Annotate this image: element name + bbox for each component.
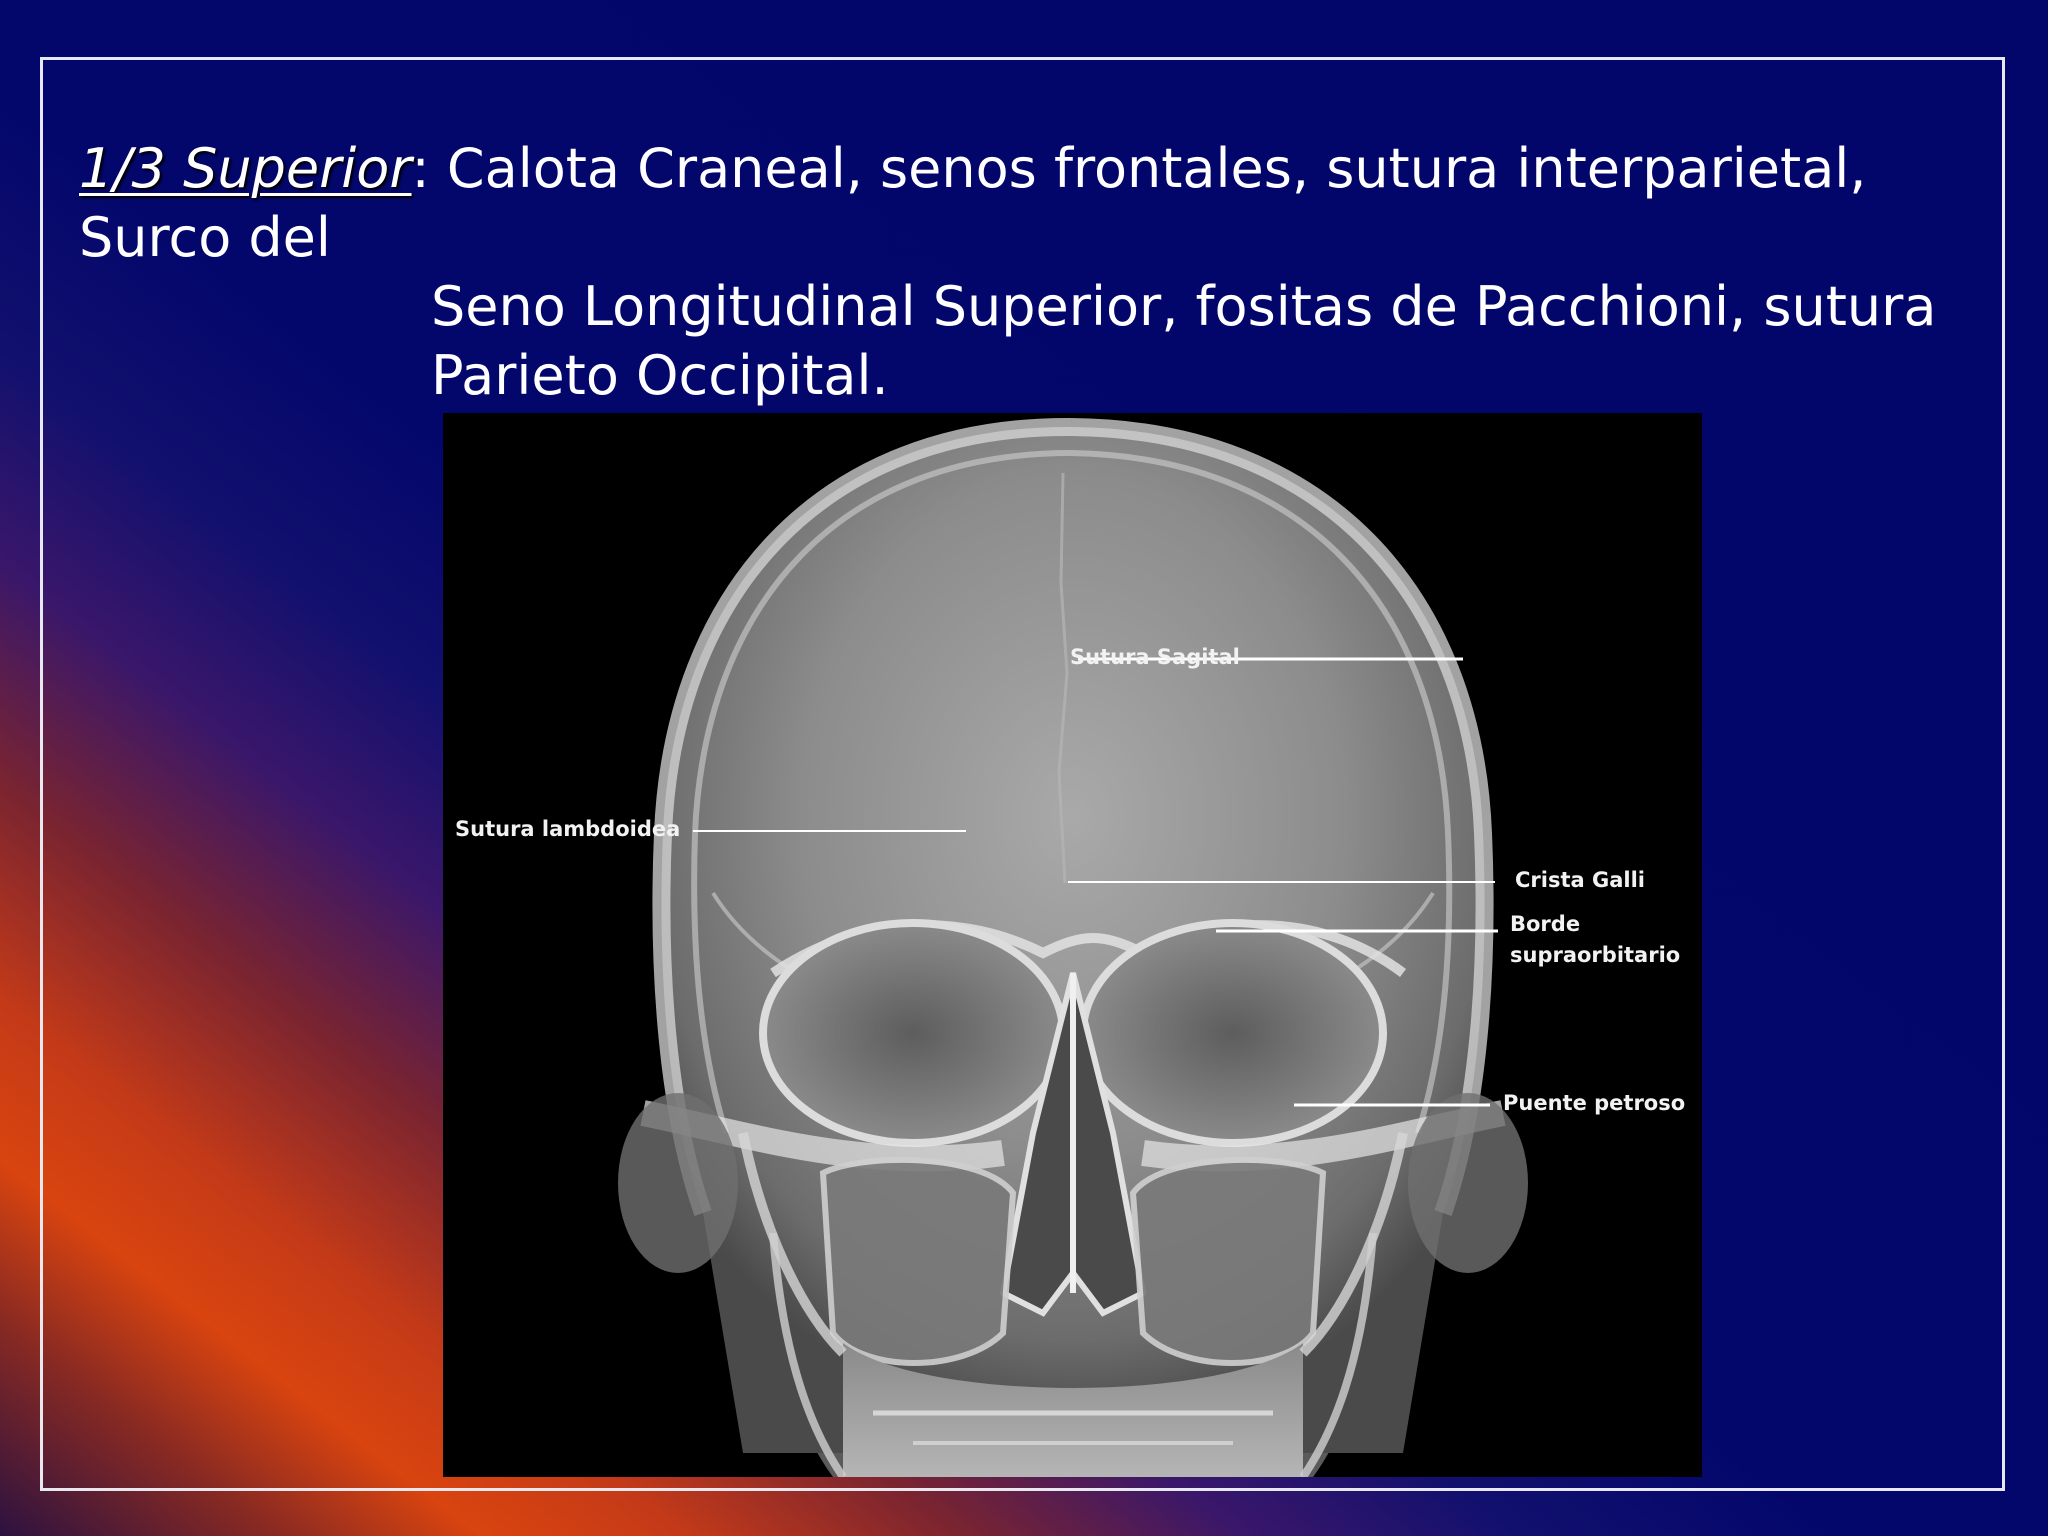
heading-lead: 1/3 Superior <box>79 137 412 200</box>
slide-heading: 1/3 Superior: Calota Craneal, senos fron… <box>79 134 1979 410</box>
skull-xray-image: Sutura Sagital Sutura lambdoidea Crista … <box>443 413 1702 1477</box>
heading-line-3: Parieto Occipital. <box>431 344 889 407</box>
label-borde-line-1: Borde <box>1510 912 1581 936</box>
heading-line-2: Seno Longitudinal Superior, fositas de P… <box>431 275 1937 338</box>
label-sutura-lambdoidea: Sutura lambdoidea <box>455 817 681 841</box>
label-puente-petroso: Puente petroso <box>1503 1091 1686 1115</box>
heading-colon: : <box>411 137 430 200</box>
label-borde-line-2: supraorbitario <box>1510 943 1681 967</box>
label-crista-galli: Crista Galli <box>1515 868 1645 892</box>
label-sutura-sagital: Sutura Sagital <box>1070 645 1240 669</box>
